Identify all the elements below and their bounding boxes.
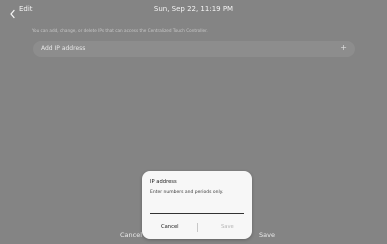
dialog-button-divider xyxy=(197,223,198,232)
add-ip-address-label: Add IP address xyxy=(41,45,86,52)
dialog-save-button[interactable]: Save xyxy=(221,224,234,230)
dialog-hint: Enter numbers and periods only. xyxy=(150,190,224,195)
ip-address-input[interactable] xyxy=(150,201,244,214)
date-time: Sun, Sep 22, 11:19 PM xyxy=(153,5,234,13)
ip-address-dialog: IP address Enter numbers and periods onl… xyxy=(142,171,252,239)
dialog-title: IP address xyxy=(150,179,177,185)
plus-icon: + xyxy=(340,43,347,52)
save-button[interactable]: Save xyxy=(259,231,275,239)
cancel-button[interactable]: Cancel xyxy=(120,231,142,239)
top-bar: Edit Sun, Sep 22, 11:19 PM xyxy=(0,0,387,20)
info-text: You can add, change, or delete IPs that … xyxy=(32,28,208,33)
add-ip-address-button[interactable]: Add IP address + xyxy=(33,41,355,57)
dialog-cancel-button[interactable]: Cancel xyxy=(161,224,179,230)
